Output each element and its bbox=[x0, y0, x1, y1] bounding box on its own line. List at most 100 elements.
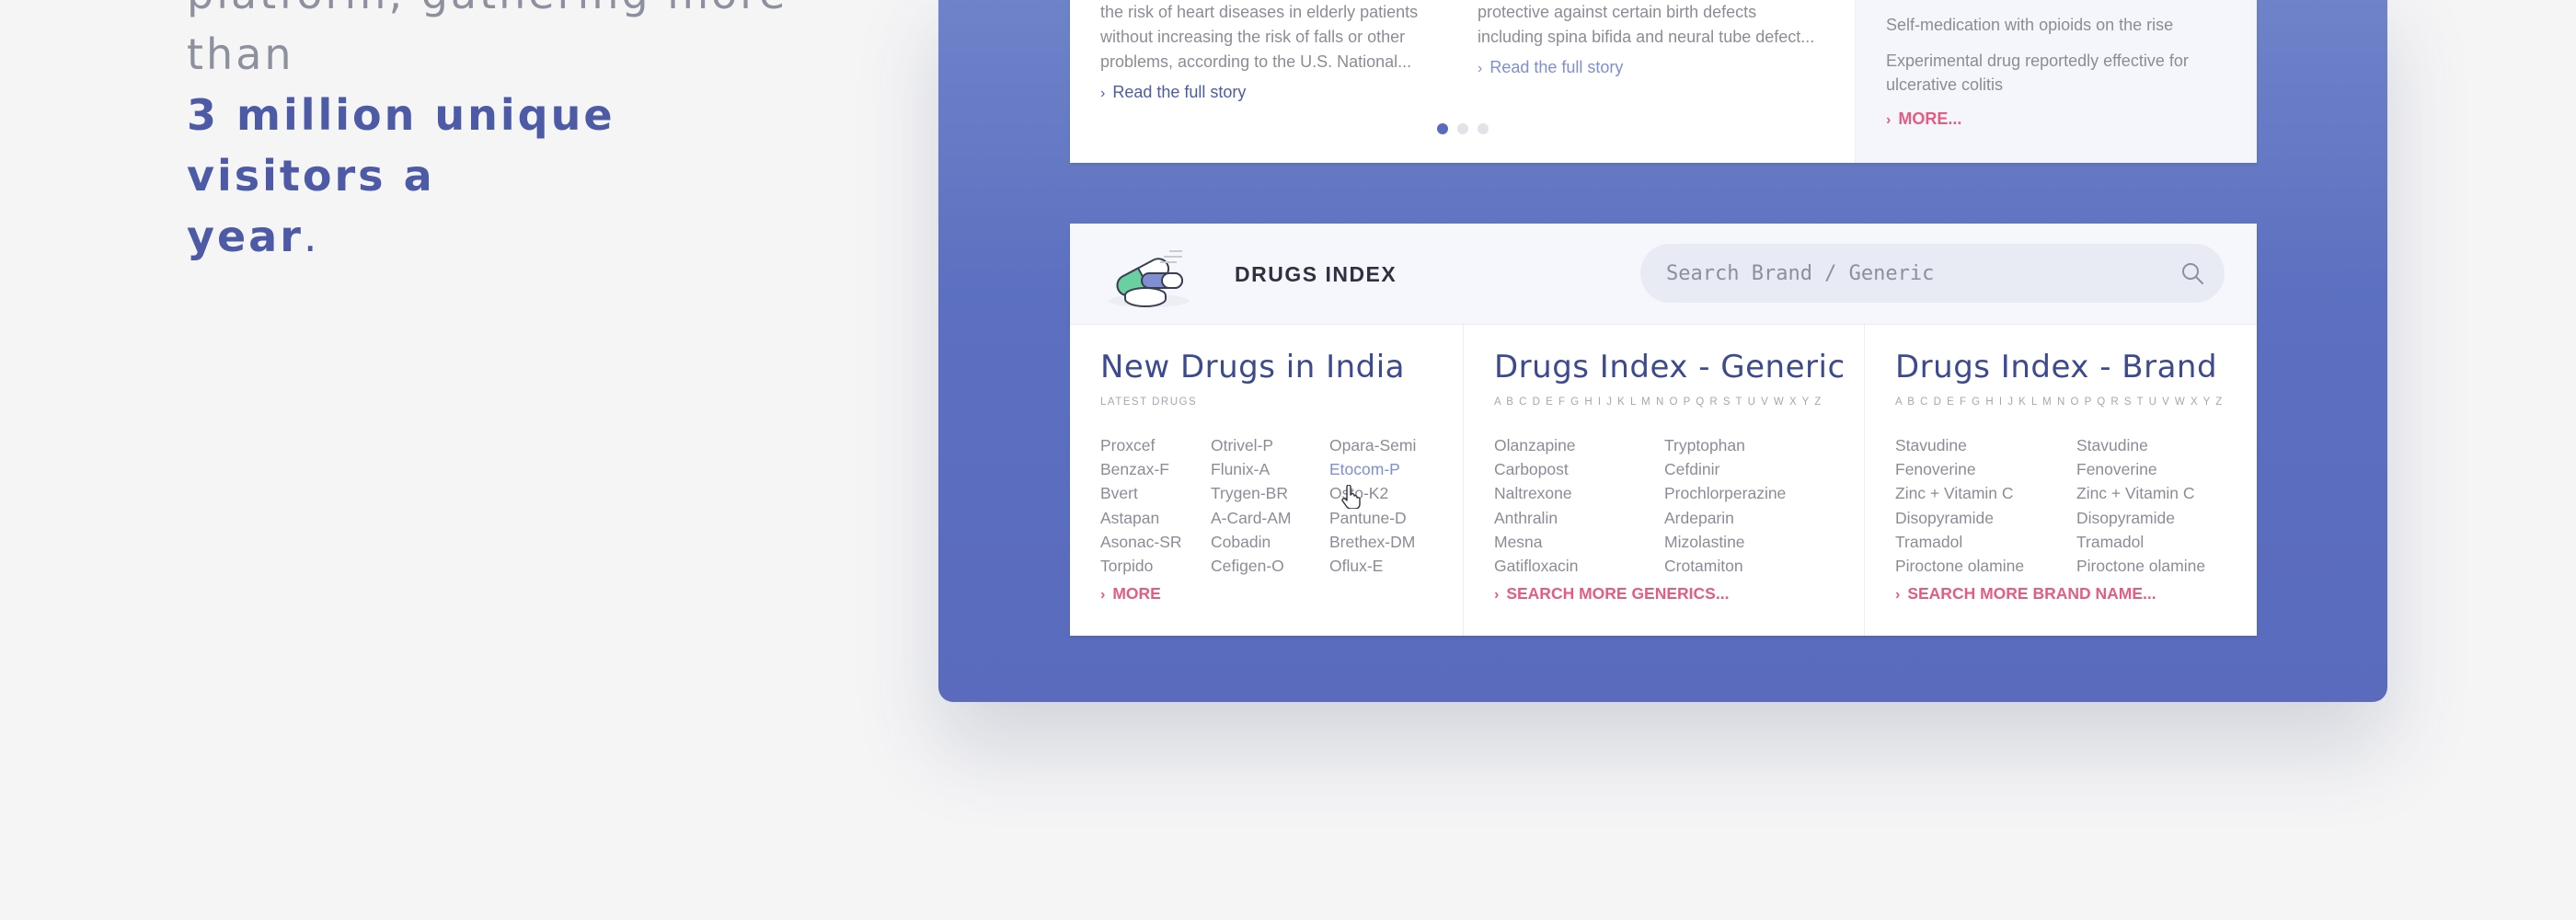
news-headline-link[interactable]: Experimental drug reportedly effective f… bbox=[1886, 49, 2236, 97]
search-more-brand-link[interactable]: › SEARCH MORE BRAND NAME... bbox=[1895, 584, 2156, 604]
chevron-right-icon: › bbox=[1478, 61, 1483, 76]
carousel-dots bbox=[1437, 123, 1489, 134]
generic-drug-link[interactable]: Olanzapine bbox=[1494, 433, 1578, 457]
drug-link-hovered[interactable]: Etocom-P bbox=[1329, 457, 1416, 481]
drug-link[interactable]: Opara-Semi bbox=[1329, 433, 1416, 457]
new-drugs-subtitle: LATEST DRUGS bbox=[1100, 397, 1198, 408]
generic-drug-link[interactable]: Crotamiton bbox=[1664, 554, 1786, 578]
drugs-index-card: DRUGS INDEX New Drugs in India LATEST DR… bbox=[1070, 224, 2257, 636]
chevron-right-icon: › bbox=[1895, 587, 1901, 603]
chevron-right-icon: › bbox=[1494, 587, 1500, 603]
news-story-1: the risk of heart diseases in elderly pa… bbox=[1100, 0, 1432, 106]
brand-drug-link[interactable]: Piroctone olamine bbox=[2076, 554, 2205, 578]
drug-search-input[interactable] bbox=[1640, 244, 2156, 303]
generic-drug-link[interactable]: Gatifloxacin bbox=[1494, 554, 1578, 578]
drug-link[interactable]: Proxcef bbox=[1100, 433, 1182, 457]
carousel-dot[interactable] bbox=[1478, 123, 1489, 134]
generic-index-title: Drugs Index - Generic bbox=[1494, 349, 1846, 385]
new-drugs-more-label: MORE bbox=[1112, 584, 1161, 603]
read-full-story-link-1[interactable]: › Read the full story bbox=[1100, 80, 1432, 106]
hero-line-1: platform, gathering more than bbox=[187, 0, 785, 79]
carousel-dot[interactable] bbox=[1457, 123, 1468, 134]
new-drugs-list-1: Proxcef Benzax-F Bvert Astapan Asonac-SR… bbox=[1100, 433, 1182, 578]
generic-drug-link[interactable]: Anthralin bbox=[1494, 506, 1578, 530]
drug-link[interactable]: A-Card-AM bbox=[1211, 506, 1292, 530]
news-story-2-line: including spina bifida and neural tube d… bbox=[1478, 28, 1815, 46]
brand-list-2: Stavudine Fenoverine Zinc + Vitamin C Di… bbox=[2076, 433, 2205, 578]
drugs-index-header: DRUGS INDEX bbox=[1070, 224, 2257, 325]
news-headline-link[interactable]: Self-medication with opioids on the rise bbox=[1886, 13, 2257, 38]
brand-drug-link[interactable]: Disopyramide bbox=[2076, 506, 2205, 530]
read-full-story-link-2[interactable]: › Read the full story bbox=[1478, 55, 1818, 81]
drug-link[interactable]: Oflux-E bbox=[1329, 554, 1416, 578]
new-drugs-column: New Drugs in India LATEST DRUGS Proxcef … bbox=[1070, 325, 1464, 636]
drug-link[interactable]: Asonac-SR bbox=[1100, 530, 1182, 554]
search-more-generics-link[interactable]: › SEARCH MORE GENERICS... bbox=[1494, 584, 1729, 604]
generic-list-2: Tryptophan Cefdinir Prochlorperazine Ard… bbox=[1664, 433, 1786, 578]
generic-list-1: Olanzapine Carbopost Naltrexone Anthrali… bbox=[1494, 433, 1578, 578]
brand-alphabet-filter[interactable]: A B C D E F G H I J K L M N O P Q R S T … bbox=[1895, 397, 2224, 408]
new-drugs-list-2: Otrivel-P Flunix-A Trygen-BR A-Card-AM C… bbox=[1211, 433, 1292, 578]
drug-link[interactable]: Pantune-D bbox=[1329, 506, 1416, 530]
drug-link[interactable]: Brethex-DM bbox=[1329, 530, 1416, 554]
pills-icon bbox=[1109, 250, 1190, 307]
generic-drug-link[interactable]: Carbopost bbox=[1494, 457, 1578, 481]
brand-drug-link[interactable]: Zinc + Vitamin C bbox=[1895, 481, 2024, 505]
generic-drug-link[interactable]: Mizolastine bbox=[1664, 530, 1786, 554]
generic-drug-link[interactable]: Naltrexone bbox=[1494, 481, 1578, 505]
generic-drug-link[interactable]: Mesna bbox=[1494, 530, 1578, 554]
read-full-story-label: Read the full story bbox=[1112, 83, 1247, 101]
generic-drug-link[interactable]: Ardeparin bbox=[1664, 506, 1786, 530]
drug-link[interactable]: Otrivel-P bbox=[1211, 433, 1292, 457]
generic-drug-link[interactable]: Tryptophan bbox=[1664, 433, 1786, 457]
drug-link[interactable]: Torpido bbox=[1100, 554, 1182, 578]
news-story-1-line: problems, according to the U.S. National… bbox=[1100, 52, 1412, 71]
chevron-right-icon: › bbox=[1100, 86, 1106, 101]
brand-drug-link[interactable]: Fenoverine bbox=[1895, 457, 2024, 481]
brand-drug-link[interactable]: Tramadol bbox=[1895, 530, 2024, 554]
brand-drug-link[interactable]: Fenoverine bbox=[2076, 457, 2205, 481]
news-sidebar: Self-medication with opioids on the rise… bbox=[1855, 0, 2257, 163]
new-drugs-more-link[interactable]: › MORE bbox=[1100, 584, 1161, 604]
new-drugs-title: New Drugs in India bbox=[1100, 349, 1406, 385]
brand-drug-link[interactable]: Disopyramide bbox=[1895, 506, 2024, 530]
hero-highlight-line-3: year bbox=[187, 212, 304, 261]
drug-link[interactable]: Benzax-F bbox=[1100, 457, 1182, 481]
news-more-link[interactable]: › MORE... bbox=[1886, 109, 2257, 129]
generic-index-column: Drugs Index - Generic A B C D E F G H I … bbox=[1464, 325, 1865, 636]
brand-drug-link[interactable]: Stavudine bbox=[1895, 433, 2024, 457]
brand-drug-link[interactable]: Piroctone olamine bbox=[1895, 554, 2024, 578]
news-card: the risk of heart diseases in elderly pa… bbox=[1070, 0, 2257, 163]
brand-drug-link[interactable]: Zinc + Vitamin C bbox=[2076, 481, 2205, 505]
brand-index-column: Drugs Index - Brand A B C D E F G H I J … bbox=[1865, 325, 2257, 636]
brand-list-1: Stavudine Fenoverine Zinc + Vitamin C Di… bbox=[1895, 433, 2024, 578]
drug-link[interactable]: Bvert bbox=[1100, 481, 1182, 505]
hero-highlight-line-2: 3 million unique visitors a bbox=[187, 90, 615, 201]
news-story-2: protective against certain birth defects… bbox=[1478, 0, 1818, 81]
brand-index-title: Drugs Index - Brand bbox=[1895, 349, 2218, 385]
chevron-right-icon: › bbox=[1100, 587, 1106, 603]
news-story-1-line: the risk of heart diseases in elderly pa… bbox=[1100, 3, 1419, 21]
drug-link[interactable]: Trygen-BR bbox=[1211, 481, 1292, 505]
hero-period: . bbox=[303, 212, 320, 261]
carousel-dot[interactable] bbox=[1437, 123, 1448, 134]
drug-link[interactable]: Cefigen-O bbox=[1211, 554, 1292, 578]
hand-pointer-icon bbox=[1341, 485, 1361, 509]
drugs-index-title: DRUGS INDEX bbox=[1235, 262, 1397, 286]
search-icon[interactable] bbox=[2180, 261, 2204, 285]
news-more-label: MORE... bbox=[1898, 109, 1962, 128]
drug-link[interactable]: Astapan bbox=[1100, 506, 1182, 530]
news-story-2-line: protective against certain birth defects bbox=[1478, 3, 1757, 21]
brand-drug-link[interactable]: Tramadol bbox=[2076, 530, 2205, 554]
chevron-right-icon: › bbox=[1886, 112, 1892, 128]
generic-alphabet-filter[interactable]: A B C D E F G H I J K L M N O P Q R S T … bbox=[1494, 397, 1823, 408]
generic-drug-link[interactable]: Cefdinir bbox=[1664, 457, 1786, 481]
search-more-generics-label: SEARCH MORE GENERICS... bbox=[1506, 584, 1730, 603]
generic-drug-link[interactable]: Prochlorperazine bbox=[1664, 481, 1786, 505]
drug-link[interactable]: Cobadin bbox=[1211, 530, 1292, 554]
drug-search-box bbox=[1640, 244, 2225, 303]
hero-text: platform, gathering more than 3 million … bbox=[187, 0, 831, 267]
brand-drug-link[interactable]: Stavudine bbox=[2076, 433, 2205, 457]
search-more-brand-label: SEARCH MORE BRAND NAME... bbox=[1907, 584, 2156, 603]
drug-link[interactable]: Flunix-A bbox=[1211, 457, 1292, 481]
